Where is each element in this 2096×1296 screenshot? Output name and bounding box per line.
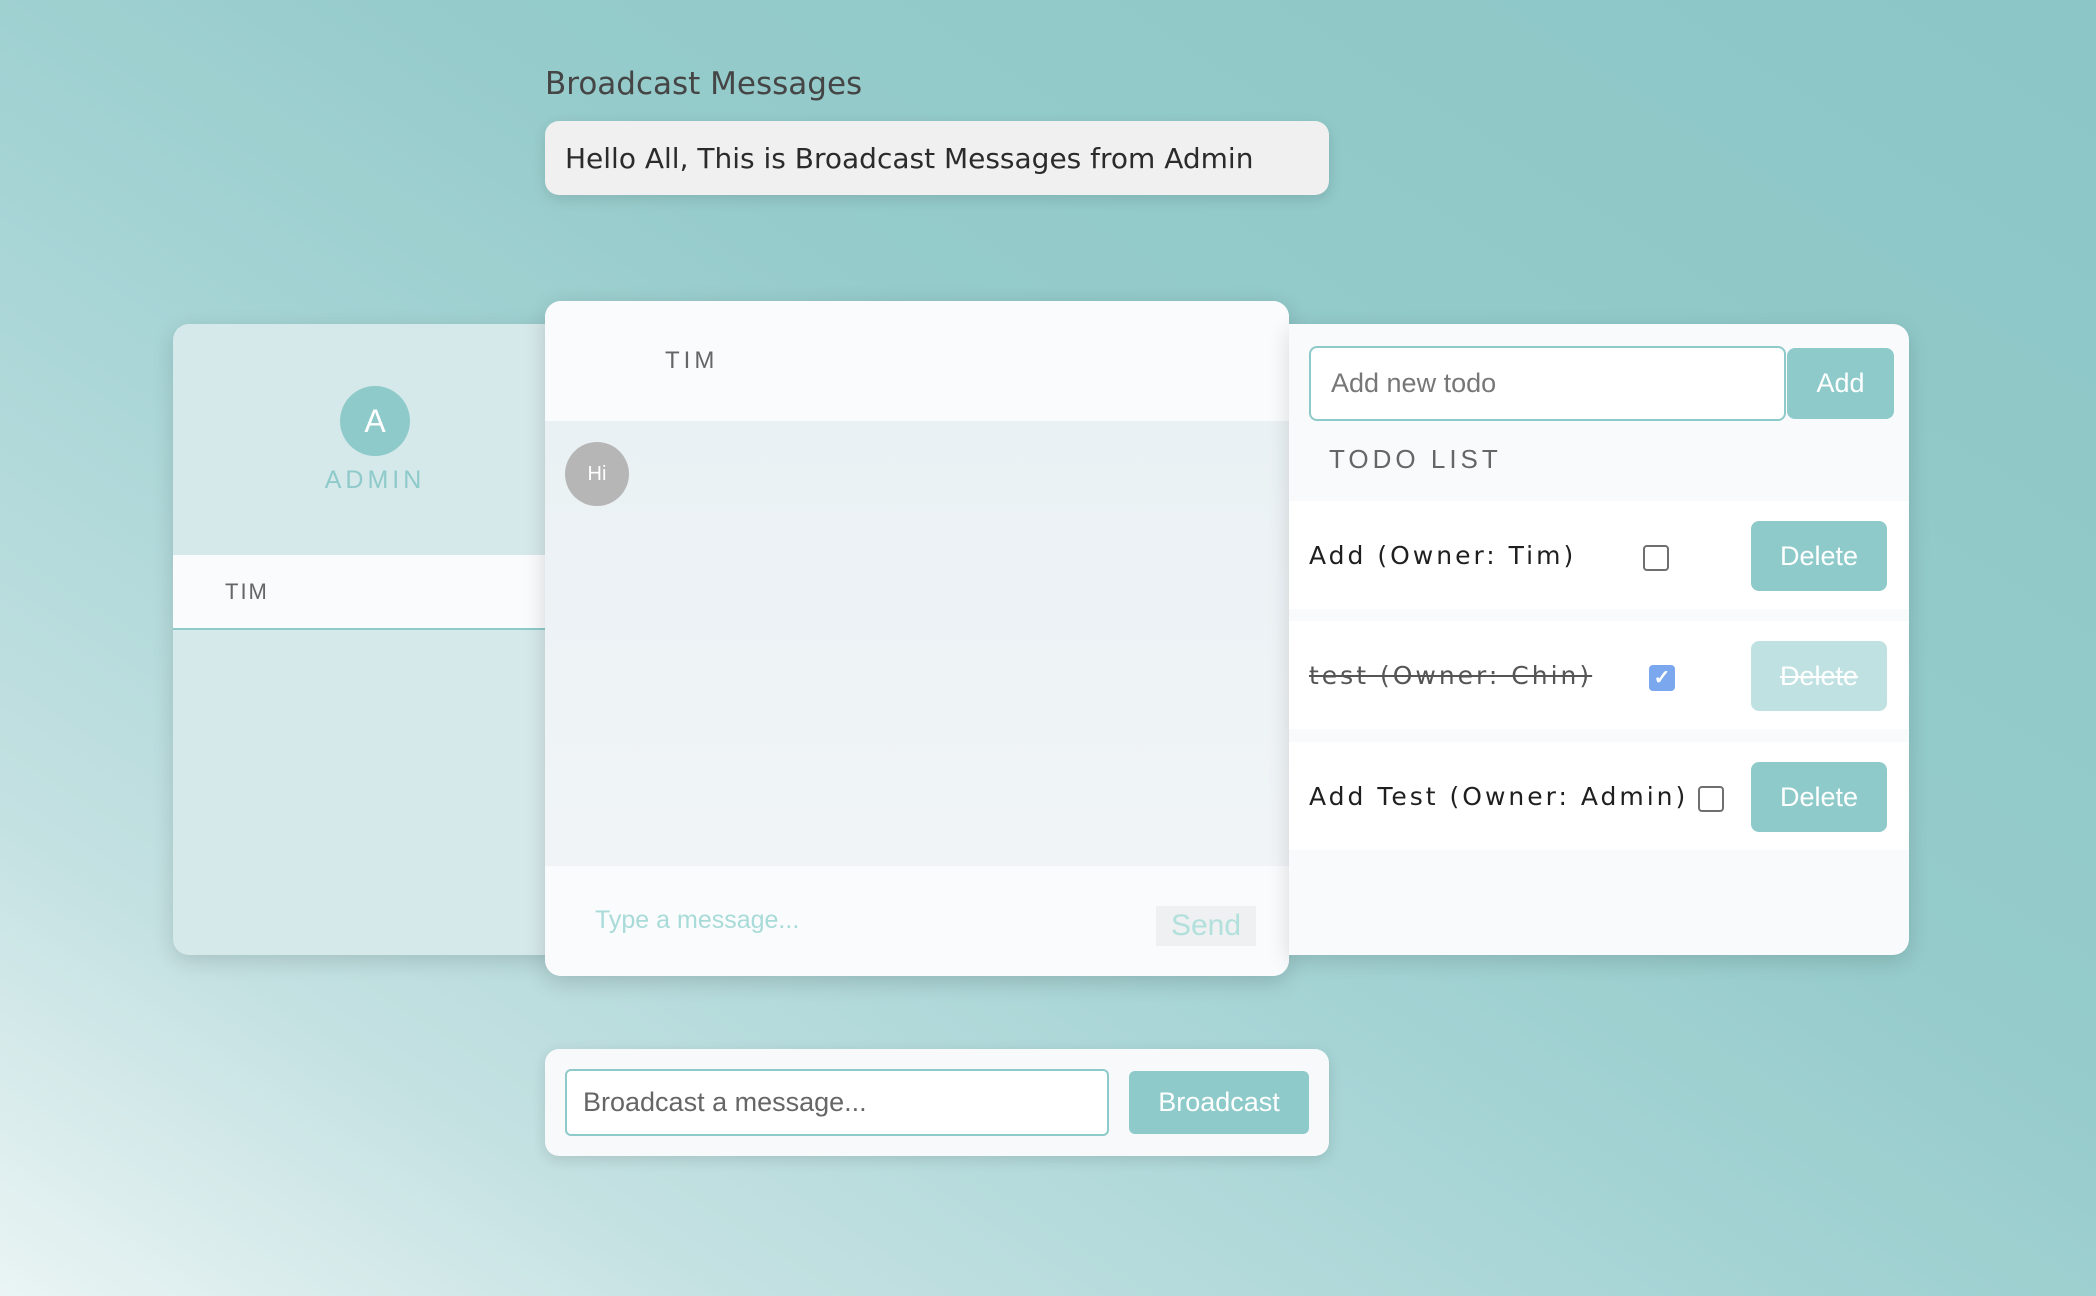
new-todo-input[interactable] <box>1309 346 1786 421</box>
send-button[interactable]: Send <box>1156 906 1256 946</box>
user-sidebar: A ADMIN TIM <box>173 324 553 955</box>
delete-todo-button[interactable]: Delete <box>1751 521 1887 591</box>
todo-item-text: test (Owner: Chin) <box>1309 660 1593 690</box>
message-text: Hi <box>587 462 607 485</box>
avatar: A <box>340 386 410 456</box>
delete-todo-button[interactable]: Delete <box>1751 762 1887 832</box>
sidebar-item-label: TIM <box>225 578 269 604</box>
todo-item-text: Add Test (Owner: Admin) <box>1309 781 1689 811</box>
message-input[interactable] <box>595 900 1135 940</box>
broadcast-message-box: Hello All, This is Broadcast Messages fr… <box>545 121 1329 195</box>
todo-list-title: TODO LIST <box>1329 444 1502 474</box>
chat-messages: Hi <box>545 421 1289 866</box>
chat-header: TIM <box>545 301 1289 421</box>
broadcast-input[interactable] <box>565 1069 1109 1136</box>
broadcast-button[interactable]: Broadcast <box>1129 1071 1309 1134</box>
todo-checkbox[interactable] <box>1698 786 1724 812</box>
message-bubble: Hi <box>565 442 629 506</box>
todo-panel: Add TODO LIST Add (Owner: Tim) Delete te… <box>1289 324 1909 955</box>
delete-todo-button[interactable]: Delete <box>1751 641 1887 711</box>
sidebar-item-tim[interactable]: TIM <box>173 555 553 630</box>
todo-checkbox-checked[interactable]: ✓ <box>1649 665 1675 691</box>
chat-panel: TIM Hi Send <box>545 301 1289 976</box>
broadcast-input-box: Broadcast <box>545 1049 1329 1156</box>
broadcast-title: Broadcast Messages <box>545 66 863 102</box>
todo-item-text: Add (Owner: Tim) <box>1309 540 1577 570</box>
chat-recipient-name: TIM <box>665 347 719 374</box>
chat-input-row: Send <box>545 866 1289 976</box>
add-todo-button[interactable]: Add <box>1787 348 1894 419</box>
broadcast-message-text: Hello All, This is Broadcast Messages fr… <box>565 141 1254 175</box>
avatar-letter: A <box>364 402 386 439</box>
todo-item: Add Test (Owner: Admin) Delete <box>1289 742 1909 850</box>
todo-item: Add (Owner: Tim) Delete <box>1289 501 1909 609</box>
todo-item: test (Owner: Chin) ✓ Delete <box>1289 621 1909 729</box>
todo-checkbox[interactable] <box>1643 545 1669 571</box>
current-username: ADMIN <box>324 466 426 494</box>
